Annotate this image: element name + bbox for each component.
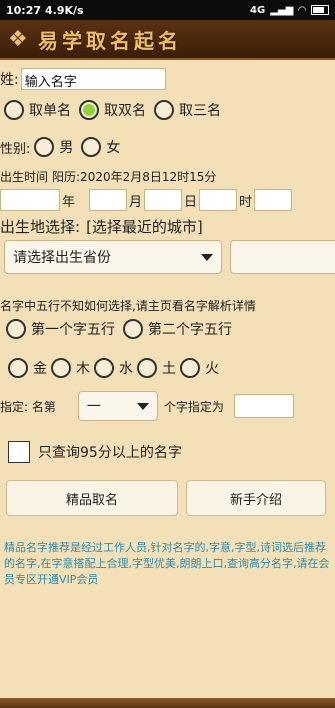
radio-male[interactable] bbox=[34, 137, 55, 157]
app-header: ❖ 易学取名起名 bbox=[0, 20, 335, 60]
surname-label: 姓: bbox=[0, 72, 19, 88]
name-type-group: 取单名 取双名 取三名 bbox=[4, 100, 229, 120]
specified-char-input[interactable] bbox=[233, 394, 294, 418]
radio-triple-name[interactable] bbox=[154, 100, 174, 120]
page-title: 易学取名起名 bbox=[38, 28, 182, 53]
wuxing-elements-group: 金 木 水 土 火 bbox=[8, 358, 223, 378]
year-unit: 年 bbox=[62, 194, 76, 210]
status-bar: 10:27 4.9K/s 4G ▂▄▆ ◠ bbox=[0, 0, 335, 20]
battery-icon bbox=[311, 5, 329, 15]
high-score-checkbox[interactable] bbox=[8, 441, 30, 463]
bottom-nav-bar bbox=[0, 698, 335, 708]
gender-label: 性别: bbox=[0, 141, 31, 157]
radio-second-char-wuxing[interactable] bbox=[123, 319, 143, 339]
dragon-logo-icon[interactable]: ❖ bbox=[8, 27, 38, 52]
status-time: 10:27 bbox=[6, 3, 42, 17]
fire-label: 火 bbox=[205, 361, 219, 377]
option-single-name: 取单名 bbox=[29, 103, 71, 119]
radio-first-char-wuxing[interactable] bbox=[6, 319, 26, 339]
status-network-speed: 4.9K/s bbox=[45, 3, 84, 17]
birth-fields-row: 年 月 日 时 bbox=[0, 189, 293, 211]
first-char-wuxing-label: 第一个字五行 bbox=[31, 322, 115, 338]
radio-double-name[interactable] bbox=[79, 100, 99, 120]
day-unit: 日 bbox=[184, 194, 198, 210]
chevron-down-icon bbox=[136, 402, 149, 410]
radio-single-name[interactable] bbox=[4, 100, 24, 120]
radio-metal[interactable] bbox=[8, 358, 28, 378]
high-score-label: 只查询95分以上的名字 bbox=[38, 445, 182, 461]
filter-row: 只查询95分以上的名字 bbox=[8, 441, 190, 463]
birth-day-input[interactable] bbox=[144, 189, 183, 211]
radio-female[interactable] bbox=[81, 137, 102, 157]
province-row: 请选择出生省份 bbox=[4, 240, 335, 274]
wuxing-hint: 名字中五行不知如何选择,请主页看名字解析详情 bbox=[0, 299, 256, 313]
name-row: 姓: 输入名字 bbox=[0, 68, 166, 90]
city-select[interactable] bbox=[230, 240, 335, 274]
radio-earth[interactable] bbox=[137, 358, 157, 378]
birth-time-label: 出生时间 bbox=[0, 170, 49, 184]
birth-time-value: 阳历:2020年2月8日12时15分 bbox=[52, 170, 217, 184]
hour-unit: 时 bbox=[239, 194, 253, 210]
wuxing-hint-row: 名字中五行不知如何选择,请主页看名字解析详情 bbox=[0, 297, 256, 314]
metal-label: 金 bbox=[33, 361, 47, 377]
action-buttons: 精品取名 新手介绍 bbox=[6, 480, 326, 516]
gender-female-label: 女 bbox=[106, 140, 121, 156]
specify-label: 指定: 名第 bbox=[0, 399, 56, 414]
surname-input[interactable]: 输入名字 bbox=[20, 68, 166, 90]
radio-wood[interactable] bbox=[51, 358, 71, 378]
specify-row: 指定: 名第 一 个字指定为 bbox=[0, 391, 294, 421]
gender-male-label: 男 bbox=[59, 140, 74, 156]
gender-row: 性别: 男 女 bbox=[0, 137, 128, 157]
birth-month-input[interactable] bbox=[89, 189, 128, 211]
birth-time-row: 出生时间 阳历:2020年2月8日12时15分 bbox=[0, 168, 216, 185]
chevron-down-icon bbox=[201, 253, 213, 261]
char-position-select[interactable]: 一 bbox=[77, 391, 158, 421]
wuxing-position-group: 第一个字五行 第二个字五行 bbox=[6, 319, 240, 339]
premium-naming-button[interactable]: 精品取名 bbox=[6, 480, 178, 516]
char-position-value: 一 bbox=[86, 399, 101, 415]
birthplace-hint: [选择最近的城市] bbox=[86, 218, 203, 236]
radio-fire[interactable] bbox=[180, 358, 200, 378]
water-label: 水 bbox=[119, 361, 133, 377]
month-unit: 月 bbox=[129, 194, 143, 210]
birth-hour-input[interactable] bbox=[199, 189, 238, 211]
birthplace-row: 出生地选择: [选择最近的城市] bbox=[0, 216, 203, 237]
wood-label: 木 bbox=[76, 361, 90, 377]
earth-label: 土 bbox=[162, 361, 176, 377]
wifi-icon: ◠ bbox=[298, 4, 306, 16]
radio-water[interactable] bbox=[94, 358, 114, 378]
specify-suffix: 个字指定为 bbox=[163, 399, 224, 414]
signal-icon: ▂▄▆ bbox=[270, 4, 294, 16]
birthplace-label: 出生地选择: bbox=[0, 218, 81, 236]
premium-note: 精品名字推荐是经过工作人员,针对名字的,字意,字型,诗词选后推荐的名字,在字意搭… bbox=[4, 541, 330, 586]
signal-label: 4G bbox=[250, 4, 266, 16]
beginner-guide-button[interactable]: 新手介绍 bbox=[186, 480, 326, 516]
option-triple-name: 取三名 bbox=[179, 103, 221, 119]
birth-minute-input[interactable] bbox=[254, 189, 293, 211]
birth-year-input[interactable] bbox=[0, 189, 60, 211]
second-char-wuxing-label: 第二个字五行 bbox=[148, 322, 232, 338]
province-select[interactable]: 请选择出生省份 bbox=[4, 240, 222, 274]
province-placeholder: 请选择出生省份 bbox=[13, 250, 111, 266]
option-double-name: 取双名 bbox=[104, 103, 146, 119]
